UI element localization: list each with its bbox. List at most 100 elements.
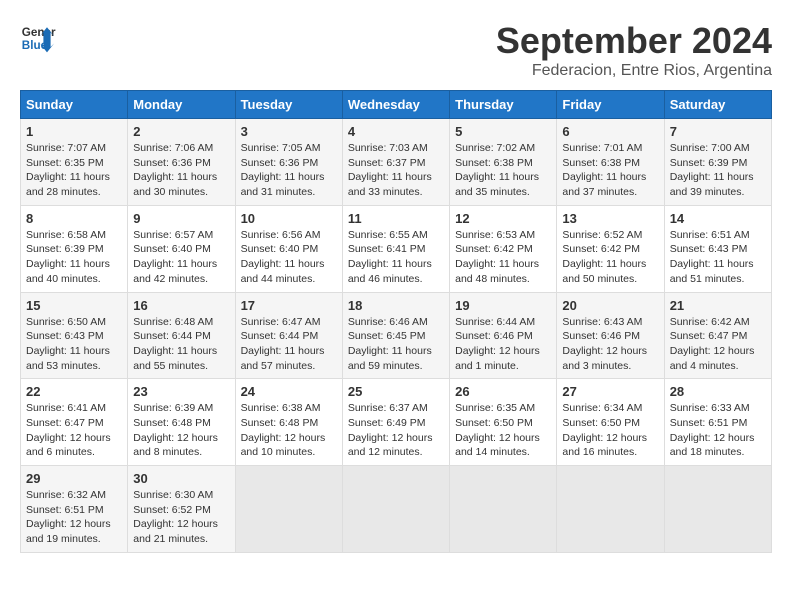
table-row: 7 Sunrise: 7:00 AMSunset: 6:39 PMDaylight… (664, 119, 771, 206)
header: General Blue September 2024 Federacion, … (20, 20, 772, 80)
day-number: 5 (455, 124, 551, 139)
day-number: 16 (133, 298, 229, 313)
table-row: 21Sunrise: 6:42 AMSunset: 6:47 PMDayligh… (664, 292, 771, 379)
day-number: 14 (670, 211, 766, 226)
day-info: Sunrise: 7:01 AMSunset: 6:38 PMDaylight:… (562, 142, 646, 198)
calendar-week-3: 15 Sunrise: 6:50 AMSunset: 6:43 PMDayligh… (21, 292, 772, 379)
day-number: 25 (348, 384, 444, 399)
table-row (342, 466, 449, 553)
col-sunday: Sunday (21, 91, 128, 119)
day-info: Sunrise: 6:48 AMSunset: 6:44 PMDaylight:… (133, 316, 217, 372)
day-info: Sunrise: 7:02 AMSunset: 6:38 PMDaylight:… (455, 142, 539, 198)
col-wednesday: Wednesday (342, 91, 449, 119)
page-subtitle: Federacion, Entre Rios, Argentina (496, 62, 772, 80)
table-row: 24 Sunrise: 6:38 AMSunset: 6:48 PMDayligh… (235, 379, 342, 466)
day-info: Sunrise: 6:46 AMSunset: 6:45 PMDaylight:… (348, 316, 432, 372)
table-row: 11 Sunrise: 6:55 AMSunset: 6:41 PMDayligh… (342, 205, 449, 292)
day-info: Sunrise: 6:43 AMSunset: 6:46 PMDaylight:… (562, 316, 647, 372)
day-number: 7 (670, 124, 766, 139)
table-row: 17 Sunrise: 6:47 AMSunset: 6:44 PMDayligh… (235, 292, 342, 379)
day-number: 22 (26, 384, 122, 399)
day-info: Sunrise: 6:30 AMSunset: 6:52 PMDaylight:… (133, 489, 218, 545)
day-number: 2 (133, 124, 229, 139)
day-info: Sunrise: 6:33 AMSunset: 6:51 PMDaylight:… (670, 402, 755, 458)
day-info: Sunrise: 6:44 AMSunset: 6:46 PMDaylight:… (455, 316, 540, 372)
day-number: 30 (133, 471, 229, 486)
calendar-table: Sunday Monday Tuesday Wednesday Thursday… (20, 90, 772, 553)
day-number: 13 (562, 211, 658, 226)
table-row: 1 Sunrise: 7:07 AMSunset: 6:35 PMDaylight… (21, 119, 128, 206)
table-row: 20Sunrise: 6:43 AMSunset: 6:46 PMDayligh… (557, 292, 664, 379)
day-info: Sunrise: 6:38 AMSunset: 6:48 PMDaylight:… (241, 402, 326, 458)
day-info: Sunrise: 6:58 AMSunset: 6:39 PMDaylight:… (26, 229, 110, 285)
table-row: 15 Sunrise: 6:50 AMSunset: 6:43 PMDayligh… (21, 292, 128, 379)
logo-icon: General Blue (20, 20, 56, 56)
calendar-header-row: Sunday Monday Tuesday Wednesday Thursday… (21, 91, 772, 119)
day-info: Sunrise: 6:47 AMSunset: 6:44 PMDaylight:… (241, 316, 325, 372)
day-number: 10 (241, 211, 337, 226)
day-number: 27 (562, 384, 658, 399)
table-row (235, 466, 342, 553)
day-info: Sunrise: 6:53 AMSunset: 6:42 PMDaylight:… (455, 229, 539, 285)
day-info: Sunrise: 6:39 AMSunset: 6:48 PMDaylight:… (133, 402, 218, 458)
table-row: 10 Sunrise: 6:56 AMSunset: 6:40 PMDayligh… (235, 205, 342, 292)
day-number: 21 (670, 298, 766, 313)
table-row: 14Sunrise: 6:51 AMSunset: 6:43 PMDayligh… (664, 205, 771, 292)
day-info: Sunrise: 6:55 AMSunset: 6:41 PMDaylight:… (348, 229, 432, 285)
day-number: 19 (455, 298, 551, 313)
table-row: 2Sunrise: 7:06 AMSunset: 6:36 PMDaylight… (128, 119, 235, 206)
day-number: 24 (241, 384, 337, 399)
day-info: Sunrise: 7:05 AMSunset: 6:36 PMDaylight:… (241, 142, 325, 198)
day-number: 17 (241, 298, 337, 313)
table-row: 26Sunrise: 6:35 AMSunset: 6:50 PMDayligh… (450, 379, 557, 466)
day-info: Sunrise: 7:03 AMSunset: 6:37 PMDaylight:… (348, 142, 432, 198)
day-number: 4 (348, 124, 444, 139)
day-number: 6 (562, 124, 658, 139)
table-row (450, 466, 557, 553)
day-info: Sunrise: 6:41 AMSunset: 6:47 PMDaylight:… (26, 402, 111, 458)
col-saturday: Saturday (664, 91, 771, 119)
day-info: Sunrise: 6:50 AMSunset: 6:43 PMDaylight:… (26, 316, 110, 372)
day-info: Sunrise: 7:00 AMSunset: 6:39 PMDaylight:… (670, 142, 754, 198)
table-row: 4 Sunrise: 7:03 AMSunset: 6:37 PMDaylight… (342, 119, 449, 206)
day-number: 18 (348, 298, 444, 313)
col-monday: Monday (128, 91, 235, 119)
day-number: 29 (26, 471, 122, 486)
day-number: 23 (133, 384, 229, 399)
day-info: Sunrise: 7:07 AMSunset: 6:35 PMDaylight:… (26, 142, 110, 198)
day-number: 26 (455, 384, 551, 399)
table-row: 8 Sunrise: 6:58 AMSunset: 6:39 PMDaylight… (21, 205, 128, 292)
table-row: 13 Sunrise: 6:52 AMSunset: 6:42 PMDayligh… (557, 205, 664, 292)
day-number: 11 (348, 211, 444, 226)
table-row: 28 Sunrise: 6:33 AMSunset: 6:51 PMDayligh… (664, 379, 771, 466)
day-number: 8 (26, 211, 122, 226)
col-tuesday: Tuesday (235, 91, 342, 119)
day-info: Sunrise: 6:56 AMSunset: 6:40 PMDaylight:… (241, 229, 325, 285)
table-row (557, 466, 664, 553)
table-row: 29 Sunrise: 6:32 AMSunset: 6:51 PMDayligh… (21, 466, 128, 553)
day-info: Sunrise: 6:52 AMSunset: 6:42 PMDaylight:… (562, 229, 646, 285)
day-info: Sunrise: 6:32 AMSunset: 6:51 PMDaylight:… (26, 489, 111, 545)
day-number: 28 (670, 384, 766, 399)
table-row (664, 466, 771, 553)
table-row: 6 Sunrise: 7:01 AMSunset: 6:38 PMDaylight… (557, 119, 664, 206)
page-title: September 2024 (496, 20, 772, 62)
table-row: 25Sunrise: 6:37 AMSunset: 6:49 PMDayligh… (342, 379, 449, 466)
day-number: 3 (241, 124, 337, 139)
day-number: 9 (133, 211, 229, 226)
calendar-week-4: 22 Sunrise: 6:41 AMSunset: 6:47 PMDayligh… (21, 379, 772, 466)
table-row: 9 Sunrise: 6:57 AMSunset: 6:40 PMDaylight… (128, 205, 235, 292)
table-row: 19 Sunrise: 6:44 AMSunset: 6:46 PMDayligh… (450, 292, 557, 379)
col-friday: Friday (557, 91, 664, 119)
day-number: 15 (26, 298, 122, 313)
table-row: 5 Sunrise: 7:02 AMSunset: 6:38 PMDaylight… (450, 119, 557, 206)
calendar-week-5: 29 Sunrise: 6:32 AMSunset: 6:51 PMDayligh… (21, 466, 772, 553)
day-info: Sunrise: 6:57 AMSunset: 6:40 PMDaylight:… (133, 229, 217, 285)
table-row: 23 Sunrise: 6:39 AMSunset: 6:48 PMDayligh… (128, 379, 235, 466)
logo: General Blue (20, 20, 56, 56)
day-number: 1 (26, 124, 122, 139)
day-number: 12 (455, 211, 551, 226)
table-row: 18 Sunrise: 6:46 AMSunset: 6:45 PMDayligh… (342, 292, 449, 379)
title-block: September 2024 Federacion, Entre Rios, A… (496, 20, 772, 80)
table-row: 16 Sunrise: 6:48 AMSunset: 6:44 PMDayligh… (128, 292, 235, 379)
